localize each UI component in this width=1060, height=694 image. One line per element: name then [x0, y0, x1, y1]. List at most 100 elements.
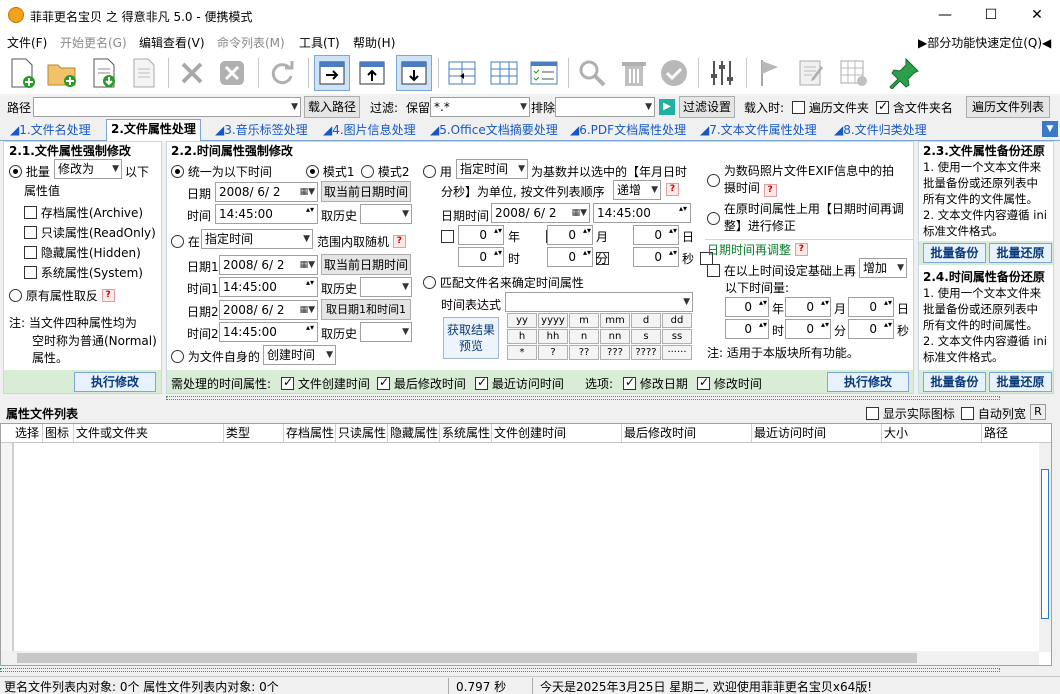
- use-radio[interactable]: 用: [423, 163, 452, 180]
- col-file[interactable]: 文件或文件夹: [74, 424, 224, 442]
- range-radio[interactable]: 在: [171, 233, 200, 250]
- token-button[interactable]: ?: [538, 345, 568, 360]
- pin-icon[interactable]: [886, 55, 922, 91]
- token-button[interactable]: dd: [662, 313, 692, 328]
- token-button[interactable]: *: [507, 345, 537, 360]
- self-time-select[interactable]: 创建时间 ▼: [263, 345, 336, 365]
- flag-icon[interactable]: [752, 55, 788, 91]
- chevron-down-icon[interactable]: ▼: [291, 98, 298, 116]
- settings-sliders-icon[interactable]: [704, 55, 740, 91]
- splitter-handle[interactable]: [166, 396, 1000, 400]
- time-batch-backup-button[interactable]: 批量备份: [923, 372, 986, 392]
- token-button[interactable]: ??: [569, 345, 599, 360]
- path-input[interactable]: ▼: [33, 97, 301, 117]
- chevron-down-icon[interactable]: ▼: [645, 98, 652, 116]
- menu-command-list[interactable]: 命令列表(M): [217, 34, 285, 51]
- token-button[interactable]: mm: [600, 313, 630, 328]
- readonly-checkbox[interactable]: 只读属性(ReadOnly): [24, 224, 156, 241]
- chevron-down-icon[interactable]: ▼: [303, 230, 310, 248]
- trash-icon[interactable]: [616, 55, 652, 91]
- reset-columns-button[interactable]: R: [1030, 404, 1046, 420]
- date1-picker[interactable]: 2008/ 6/ 2 ▦▼: [219, 255, 318, 275]
- tab-list-icon[interactable]: ▼: [1042, 121, 1058, 137]
- show-icons-checkbox[interactable]: 显示实际图标: [866, 405, 955, 422]
- time1-input[interactable]: 14:45:00: [219, 277, 318, 297]
- checklist-icon[interactable]: [526, 55, 562, 91]
- traverse-file-list-button[interactable]: 遍历文件列表: [966, 96, 1050, 118]
- tab-file-classify[interactable]: ◢8.文件归类处理: [834, 121, 927, 141]
- tab-text-attributes[interactable]: ◢7.文本文件属性处理: [700, 121, 817, 141]
- clear-icon[interactable]: [214, 55, 250, 91]
- token-button[interactable]: nn: [600, 329, 630, 344]
- new-file-icon[interactable]: [4, 55, 40, 91]
- time-batch-restore-button[interactable]: 批量还原: [989, 372, 1052, 392]
- token-button[interactable]: ······: [662, 345, 692, 360]
- col-system[interactable]: 系统属性: [440, 424, 492, 442]
- chevron-down-icon[interactable]: ▼: [326, 346, 333, 364]
- grid-view-icon[interactable]: [486, 55, 522, 91]
- token-button[interactable]: ???: [600, 345, 630, 360]
- month-input[interactable]: 0: [547, 225, 593, 245]
- menu-tools[interactable]: 工具(T): [299, 34, 340, 51]
- add-folder-icon[interactable]: [44, 55, 80, 91]
- col-archive[interactable]: 存档属性: [284, 424, 336, 442]
- mode2-radio[interactable]: 模式2: [361, 163, 409, 180]
- get-current-datetime-button-2[interactable]: 取当前日期时间: [321, 254, 411, 275]
- col-readonly[interactable]: 只读属性: [336, 424, 388, 442]
- close-button[interactable]: ✕: [1014, 0, 1060, 31]
- execute-time-modify-button[interactable]: 执行修改: [827, 372, 909, 392]
- attr-batch-backup-button[interactable]: 批量备份: [923, 243, 986, 263]
- view-mode-2-icon[interactable]: [354, 55, 390, 91]
- col-path[interactable]: 路径: [982, 424, 1042, 442]
- hidden-checkbox[interactable]: 隐藏属性(Hidden): [24, 244, 141, 261]
- view-mode-3-icon[interactable]: [396, 55, 432, 91]
- calendar-icon[interactable]: ▦▼: [300, 301, 315, 319]
- bottom-splitter[interactable]: [0, 668, 1000, 672]
- menu-file[interactable]: 文件(F): [7, 34, 47, 51]
- token-button[interactable]: h: [507, 329, 537, 344]
- created-time-checkbox[interactable]: 文件创建时间: [281, 375, 370, 392]
- split-view-icon[interactable]: [444, 55, 480, 91]
- mode1-radio[interactable]: 模式1: [306, 163, 354, 180]
- year-checkbox[interactable]: [441, 230, 454, 243]
- chevron-down-icon[interactable]: ▼: [518, 160, 525, 178]
- col-modified[interactable]: 最后修改时间: [622, 424, 752, 442]
- tab-office-summary[interactable]: ◢5.Office文档摘要处理: [430, 121, 558, 141]
- time-expression-input[interactable]: ▼: [505, 292, 693, 312]
- modified-time-checkbox[interactable]: 最后修改时间: [377, 375, 466, 392]
- hour-input[interactable]: 0: [458, 247, 504, 267]
- col-icon[interactable]: 图标: [43, 424, 74, 442]
- calendar-icon[interactable]: ▦▼: [572, 204, 587, 222]
- day-input[interactable]: 0: [633, 225, 679, 245]
- col-select[interactable]: 选择: [13, 424, 43, 442]
- base-time-select[interactable]: 指定时间 ▼: [456, 159, 528, 179]
- get-current-datetime-button[interactable]: 取当前日期时间: [321, 181, 411, 202]
- view-mode-1-icon[interactable]: [314, 55, 350, 91]
- chevron-down-icon[interactable]: ▼: [402, 278, 409, 296]
- col-hidden[interactable]: 隐藏属性: [388, 424, 440, 442]
- delete-icon[interactable]: [174, 55, 210, 91]
- exif-radio[interactable]: 为数码照片文件EXIF信息中的拍摄时间 ?: [707, 163, 904, 197]
- tab-image-info[interactable]: ◢4.图片信息处理: [323, 121, 416, 141]
- maximize-button[interactable]: ☐: [968, 0, 1014, 31]
- confirm-icon[interactable]: [656, 55, 692, 91]
- token-button[interactable]: m: [569, 313, 599, 328]
- menu-edit-view[interactable]: 编辑查看(V): [139, 34, 205, 51]
- minimize-button[interactable]: —: [922, 0, 968, 31]
- year-input[interactable]: 0: [458, 225, 504, 245]
- traverse-folder-checkbox[interactable]: 遍历文件夹: [792, 99, 869, 116]
- self-time-radio[interactable]: 为文件自身的: [171, 348, 260, 365]
- chevron-down-icon[interactable]: ▼: [651, 181, 658, 199]
- chevron-down-icon[interactable]: ▼: [520, 98, 527, 116]
- token-button[interactable]: hh: [538, 329, 568, 344]
- include-folder-names-checkbox[interactable]: 含文件夹名: [876, 99, 953, 116]
- range-mode-select[interactable]: 指定时间 ▼: [201, 229, 313, 249]
- auto-width-checkbox[interactable]: 自动列宽: [961, 405, 1026, 422]
- horizontal-scrollbar[interactable]: [1, 651, 1039, 665]
- adjust-month-input[interactable]: 0: [785, 297, 831, 317]
- adjust-day-input[interactable]: 0: [848, 297, 894, 317]
- adjust-second-input[interactable]: 0: [848, 319, 894, 339]
- token-button[interactable]: ????: [631, 345, 661, 360]
- col-accessed[interactable]: 最近访问时间: [752, 424, 882, 442]
- minute-input[interactable]: 0: [547, 247, 593, 267]
